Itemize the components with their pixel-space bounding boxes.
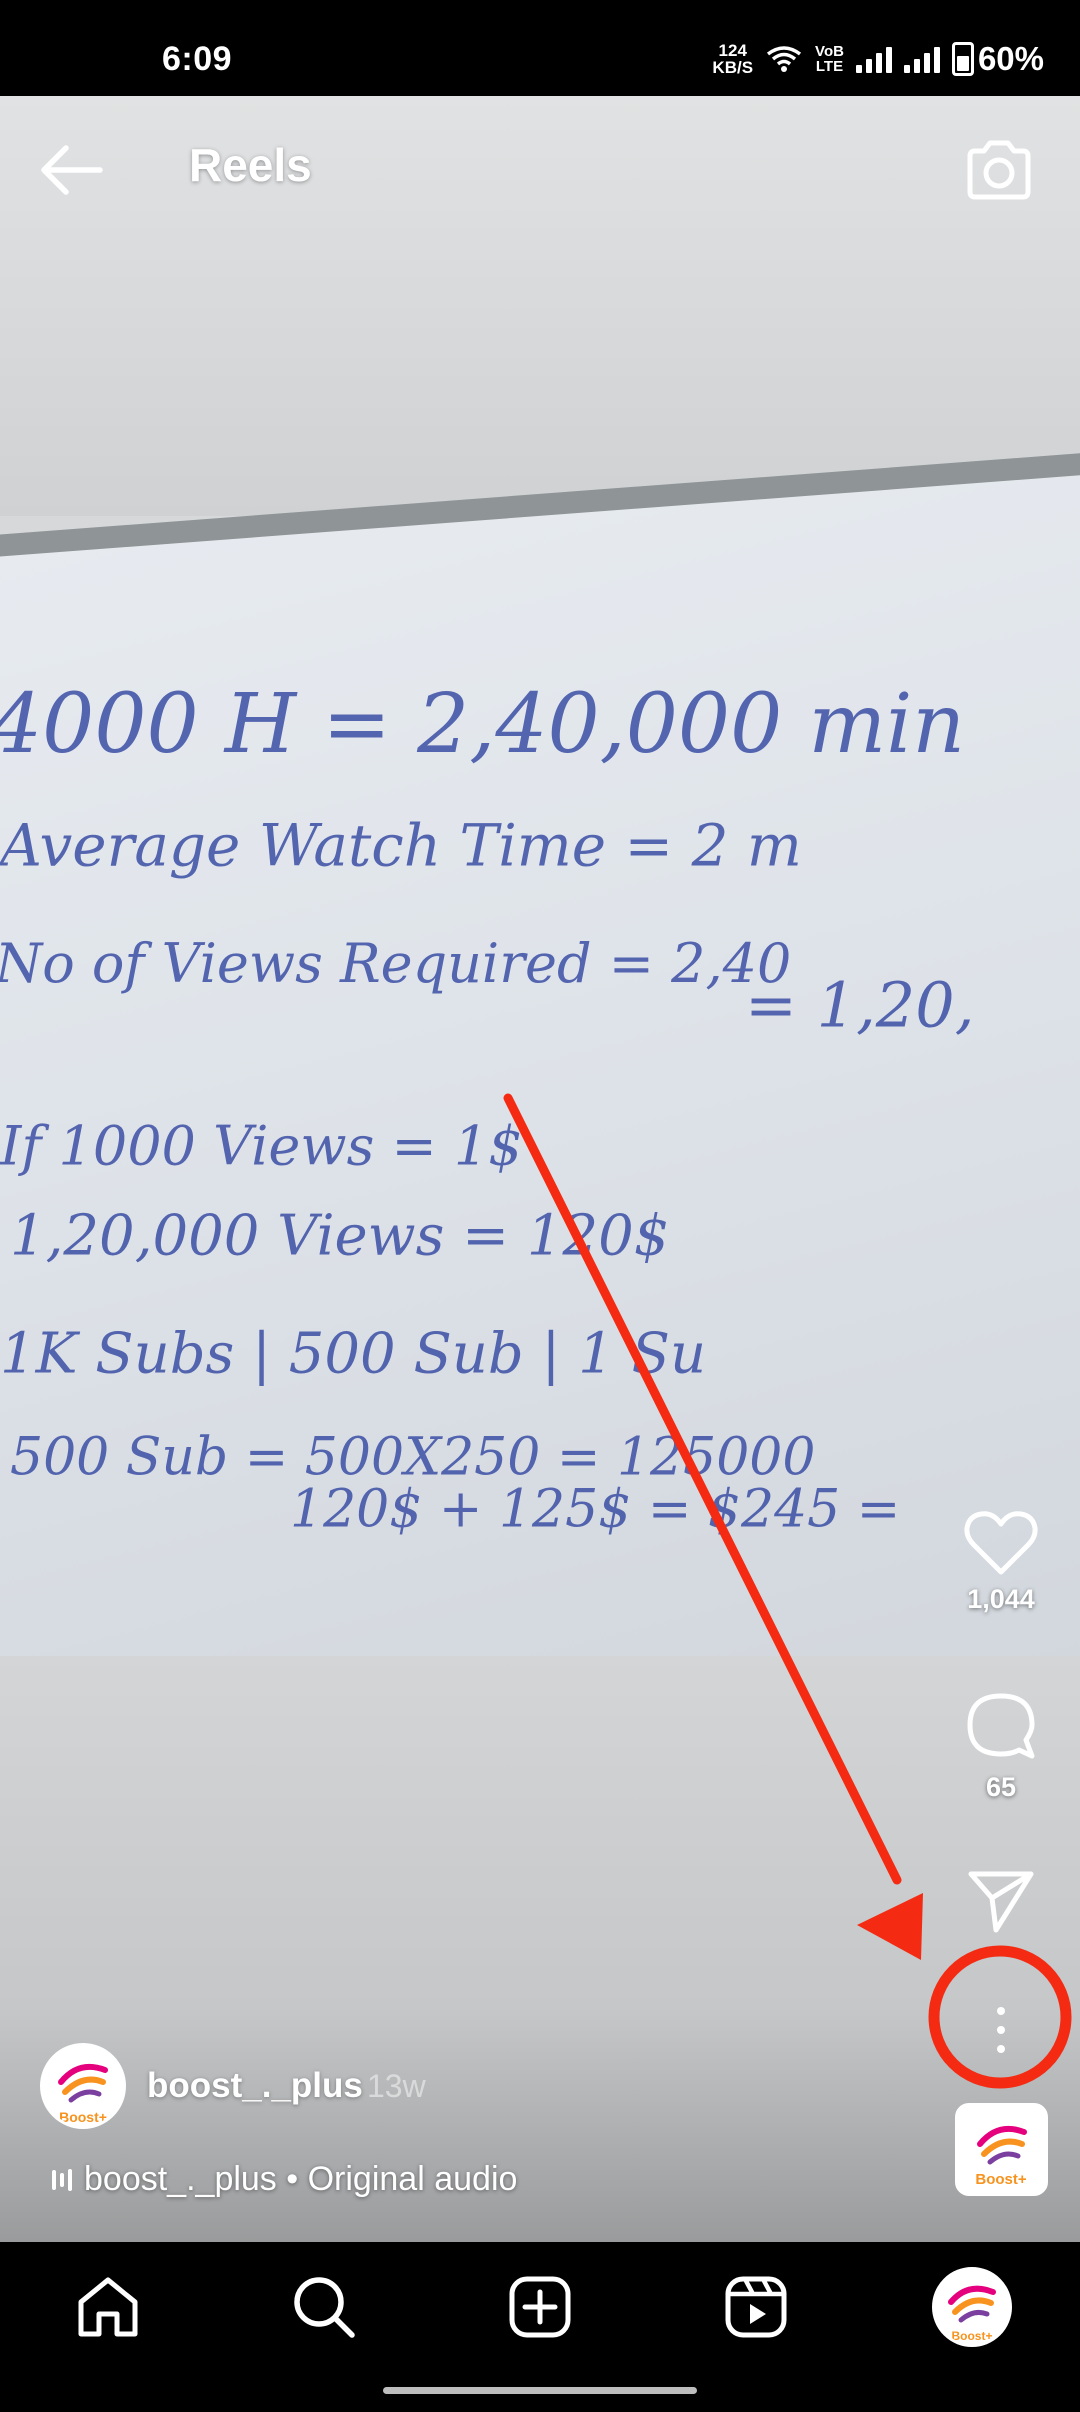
arrow-left-icon [41, 145, 103, 195]
comment-action: 65 [941, 1690, 1061, 1803]
board-line: 4000 H = 2,40,000 min [0, 677, 966, 773]
board-line: 1K Subs | 500 Sub | 1 Su [0, 1321, 707, 1387]
profile-avatar: Boost+ [948, 2285, 996, 2343]
audio-bars-icon [52, 2168, 72, 2192]
board-line: No of Views Required = 2,40 [0, 931, 792, 995]
wall-lower [0, 1656, 1080, 2242]
home-icon [78, 2277, 138, 2337]
home-indicator[interactable] [383, 2387, 697, 2394]
signal-icon-2 [903, 45, 940, 73]
send-icon[interactable] [966, 1868, 1036, 1934]
board-line: = 1,20, [745, 968, 975, 1042]
battery-indicator: 60% [951, 40, 1044, 78]
boost-logo: Boost+ [58, 2064, 108, 2125]
reels-icon [725, 2276, 787, 2338]
comment-icon[interactable] [964, 1690, 1038, 1764]
board-line: Average Watch Time = 2 m [0, 811, 802, 880]
username[interactable]: boost_._plus [147, 2066, 363, 2106]
avatar[interactable]: Boost+ [40, 2043, 126, 2129]
camera-button[interactable] [964, 138, 1034, 202]
network-speed: 124 KB/S [712, 41, 754, 77]
signal-icon-1 [855, 45, 892, 73]
create-icon [509, 2276, 571, 2338]
boost-logo: Boost+ [975, 2126, 1027, 2188]
share-action [941, 1868, 1061, 1934]
svg-text:Boost+: Boost+ [951, 2329, 992, 2343]
status-indicators: 124 KB/S VoB LTE 60% [712, 40, 1044, 78]
reel-video[interactable]: 4000 H = 2,40,000 min Average Watch Time… [0, 96, 1080, 2242]
page-title: Reels [189, 139, 312, 191]
svg-text:Boost+: Boost+ [59, 2109, 107, 2125]
status-bar: 6:09 124 KB/S VoB LTE 60% [0, 0, 1080, 96]
nav-reels[interactable] [716, 2267, 796, 2347]
audio-label: boost_._plus • Original audio [84, 2160, 518, 2198]
more-vertical-icon [997, 2007, 1005, 2015]
like-action: 1,044 [941, 1510, 1061, 1615]
whiteboard: 4000 H = 2,40,000 min Average Watch Time… [0, 472, 1080, 1743]
like-count: 1,044 [967, 1584, 1035, 1614]
nav-profile[interactable]: Boost+ [932, 2267, 1012, 2347]
board-line: 1,20,000 Views = 120$ [10, 1203, 670, 1269]
comment-count: 65 [985, 1772, 1017, 1802]
nav-create[interactable] [500, 2267, 580, 2347]
nav-home[interactable] [68, 2267, 148, 2347]
battery-icon [951, 42, 974, 76]
wifi-icon [766, 46, 802, 72]
back-button[interactable] [36, 138, 106, 202]
post-age: 13w [367, 2068, 426, 2104]
search-icon [294, 2277, 355, 2338]
status-time: 6:09 [162, 40, 233, 78]
board-line: If 1000 Views = 1$ [0, 1114, 523, 1178]
audio-thumbnail[interactable]: Boost+ [955, 2103, 1048, 2196]
volte-indicator: VoB LTE [815, 43, 844, 75]
nav-search[interactable] [284, 2267, 364, 2347]
heart-icon[interactable] [964, 1510, 1038, 1576]
more-options-button[interactable] [975, 1985, 1027, 2075]
camera-icon [967, 140, 1031, 200]
board-line: 120$ + 125$ = $245 = [290, 1479, 901, 1540]
wall-background [0, 96, 1080, 516]
audio-info[interactable]: boost_._plus • Original audio [52, 2160, 517, 2199]
svg-text:Boost+: Boost+ [975, 2171, 1026, 2188]
